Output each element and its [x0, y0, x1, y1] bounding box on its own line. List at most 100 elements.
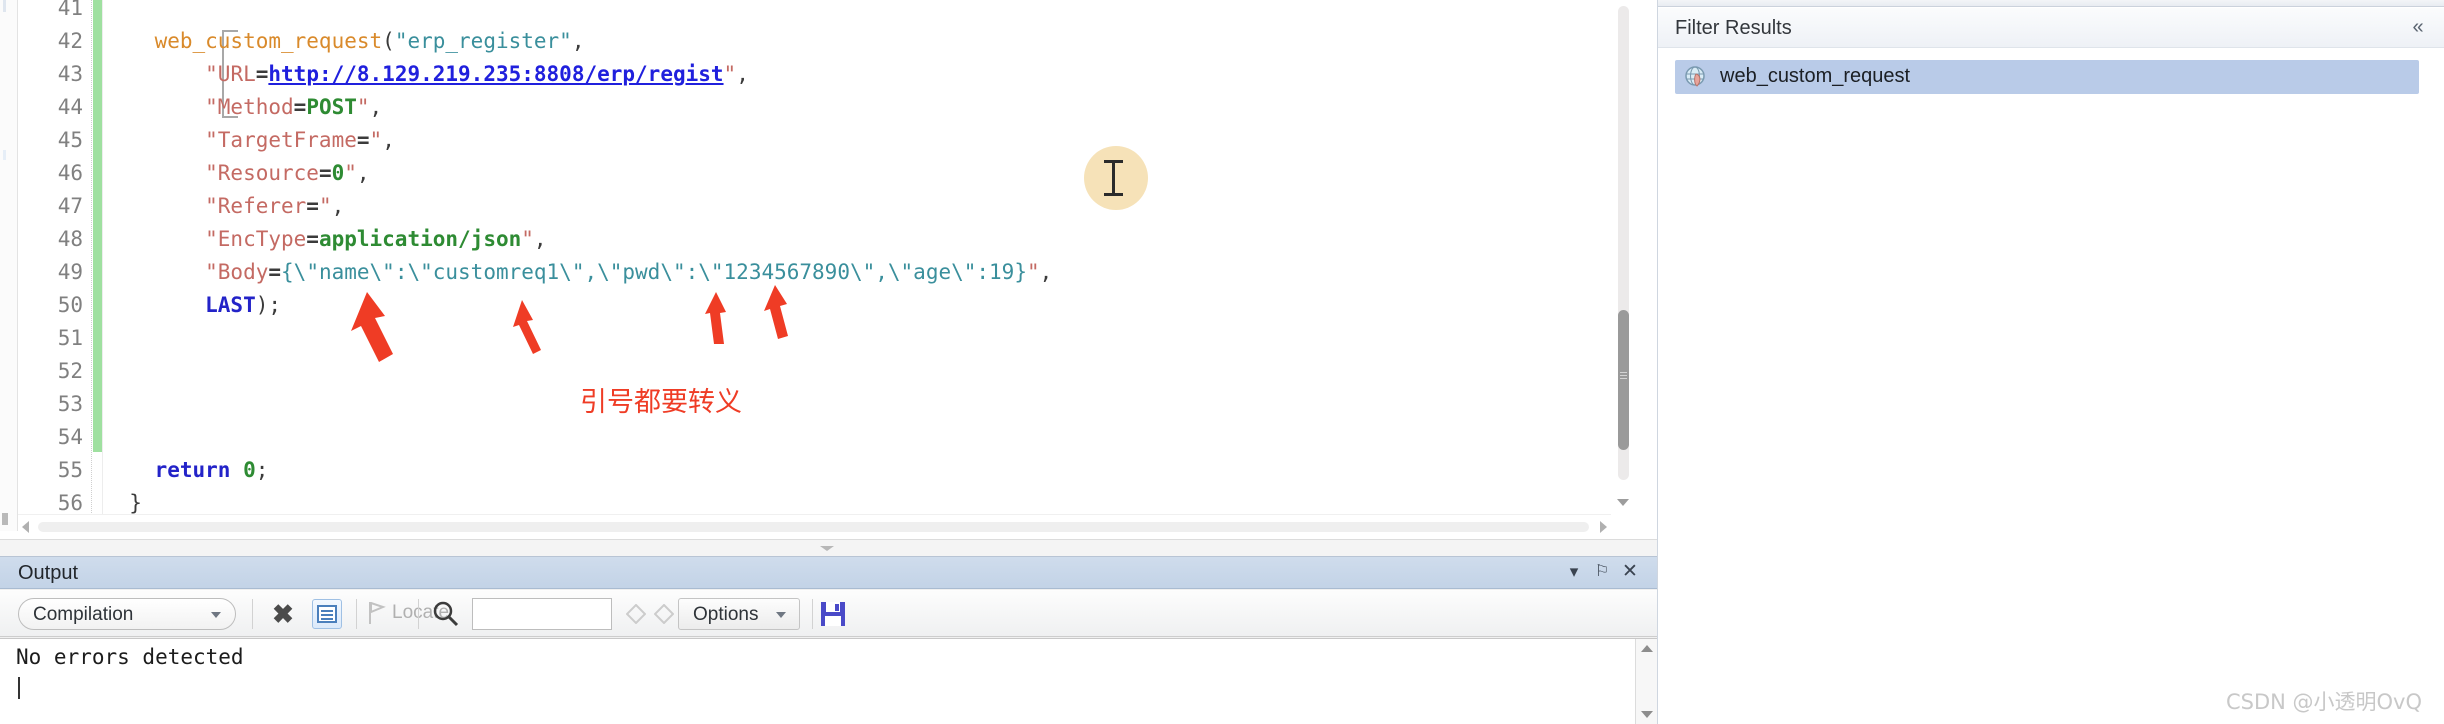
code-line[interactable]: "TargetFrame=",	[104, 124, 395, 157]
globe-icon	[1685, 66, 1705, 87]
code-token: ,	[369, 95, 383, 119]
code-token: =	[268, 260, 282, 284]
close-icon[interactable]: ✕	[1619, 562, 1641, 584]
code-line[interactable]: "Referer=",	[104, 190, 344, 223]
output-vertical-scrollbar[interactable]	[1635, 639, 1657, 724]
word-wrap-toggle-icon[interactable]	[312, 599, 342, 629]
line-number: 52	[57, 359, 83, 383]
code-token: ,	[571, 29, 585, 53]
list-item-label: web_custom_request	[1720, 65, 1911, 87]
output-title-bar: Output ▾ ⚐ ✕	[0, 557, 1657, 589]
toolbar-separator	[356, 599, 357, 629]
code-line[interactable]: "URL=http://8.129.219.235:8808/erp/regis…	[104, 58, 749, 91]
code-token: "Resource	[104, 161, 319, 185]
application-window: 41 42 43 44 45 46 47 48 49 50 51 52 53 54 55 56 web_cus…	[0, 0, 2444, 724]
scrollbar-grip	[1620, 372, 1627, 381]
find-previous-icon[interactable]	[626, 604, 646, 624]
code-token: "	[356, 95, 370, 119]
code-token: "	[369, 128, 383, 152]
output-source-value: Compilation	[33, 604, 134, 625]
code-token: "	[318, 194, 332, 218]
code-editor-pane[interactable]: 41 42 43 44 45 46 47 48 49 50 51 52 53 54 55 56 web_cus…	[0, 0, 1657, 556]
options-label: Options	[693, 604, 759, 625]
code-token: =	[356, 128, 370, 152]
output-source-combo[interactable]: Compilation	[18, 598, 236, 630]
code-token: "	[521, 227, 534, 251]
clear-output-icon[interactable]: ✖	[268, 599, 298, 629]
pane-splitter-handle[interactable]	[820, 545, 846, 551]
change-indicator-bar	[93, 0, 102, 452]
code-token: application/json	[318, 227, 522, 251]
code-token: "	[344, 161, 357, 185]
line-number: 44	[57, 95, 83, 119]
code-line[interactable]: "Method=POST",	[104, 91, 382, 124]
code-token: "EncType	[104, 227, 307, 251]
code-token: ,	[356, 161, 370, 185]
output-content-area[interactable]: No errors detected	[0, 638, 1657, 724]
flag-icon	[369, 602, 386, 624]
chevron-down-icon[interactable]: ▾	[1563, 562, 1585, 584]
code-line[interactable]: web_custom_request("erp_register",	[104, 25, 585, 58]
code-token[interactable]: http://8.129.219.235:8808/erp/regist	[268, 62, 723, 86]
filter-results-list: web_custom_request	[1658, 49, 2444, 724]
code-token: {\"name\":\"customreq1\",\"pwd\":\"12345…	[281, 260, 1027, 284]
scroll-right-arrow-icon[interactable]	[1600, 521, 1607, 533]
line-number-gutter: 41 42 43 44 45 46 47 48 49 50 51 52 53 54 55 56	[18, 0, 92, 531]
scroll-up-arrow-icon[interactable]	[1641, 645, 1653, 652]
code-line[interactable]: LAST);	[104, 289, 281, 322]
line-number: 41	[57, 0, 83, 20]
output-search-input[interactable]	[472, 598, 612, 630]
list-item[interactable]: web_custom_request	[1675, 60, 2419, 94]
gutter-separator	[102, 0, 103, 531]
line-number: 55	[57, 458, 83, 482]
line-number: 42	[57, 29, 83, 53]
code-line[interactable]: "Resource=0",	[104, 157, 370, 190]
line-number: 46	[57, 161, 83, 185]
code-line[interactable]: return 0;	[104, 454, 269, 487]
code-token: 0	[331, 161, 345, 185]
code-token: "	[104, 62, 218, 86]
line-number: 53	[57, 392, 83, 416]
margin-marker-1	[3, 0, 6, 12]
line-number: 54	[57, 425, 83, 449]
save-icon[interactable]	[818, 599, 848, 629]
line-number: 51	[57, 326, 83, 350]
cursor-highlight-halo	[1084, 146, 1148, 210]
line-number: 48	[57, 227, 83, 251]
chevron-down-icon	[211, 612, 221, 618]
code-text-area[interactable]: web_custom_request("erp_register", "URL=…	[104, 0, 1657, 531]
scroll-down-arrow-icon[interactable]	[1641, 711, 1653, 718]
collapse-chevrons-icon[interactable]: «	[2405, 16, 2431, 40]
scroll-down-arrow-icon[interactable]	[1617, 499, 1629, 506]
output-toolbar: Compilation ✖ Locate Options	[0, 590, 1657, 637]
code-token: "	[1026, 260, 1040, 284]
options-button[interactable]: Options	[678, 598, 800, 630]
editor-horizontal-scrollbar[interactable]	[18, 514, 1611, 539]
pin-icon[interactable]: ⚐	[1591, 562, 1613, 584]
code-token: web_custom_request	[104, 29, 383, 53]
output-panel-title: Output	[18, 562, 79, 584]
code-token: =	[306, 227, 319, 251]
line-number: 50	[57, 293, 83, 317]
find-next-icon[interactable]	[654, 604, 674, 624]
output-panel: Output ▾ ⚐ ✕ Compilation ✖ Locate Option…	[0, 556, 1657, 724]
line-number: 45	[57, 128, 83, 152]
code-token: "erp_register"	[394, 29, 572, 53]
code-token: LAST	[104, 293, 256, 317]
code-token: ,	[382, 128, 395, 152]
scroll-left-arrow-icon[interactable]	[22, 521, 29, 533]
search-icon[interactable]	[432, 600, 460, 628]
code-token: "TargetFrame	[104, 128, 357, 152]
code-line[interactable]: "Body={\"name\":\"customreq1\",\"pwd\":\…	[104, 256, 1052, 289]
scrollbar-thumb[interactable]	[1618, 310, 1629, 450]
hscrollbar-track[interactable]	[38, 522, 1589, 532]
code-token: ;	[255, 458, 269, 482]
code-token: );	[255, 293, 282, 317]
filter-results-title: Filter Results	[1675, 17, 1792, 39]
code-token: return	[104, 458, 231, 482]
line-number: 47	[57, 194, 83, 218]
editor-left-margin	[0, 0, 18, 531]
editor-vertical-scrollbar[interactable]	[1612, 0, 1634, 510]
code-line[interactable]: "EncType=application/json",	[104, 223, 546, 256]
